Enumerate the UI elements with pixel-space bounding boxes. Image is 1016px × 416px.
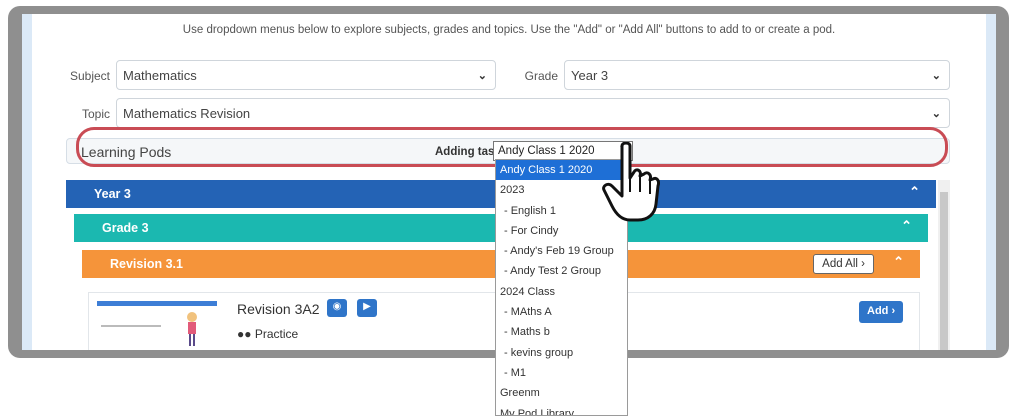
year-section-title: Year 3 — [94, 187, 131, 201]
topic-label: Topic — [81, 107, 110, 121]
chevron-up-icon[interactable]: ⌃ — [893, 254, 904, 270]
dropdown-option[interactable]: - kevins group — [496, 343, 627, 363]
class-select-value: Andy Class 1 2020 — [498, 145, 595, 157]
dropdown-option[interactable]: Greenm — [496, 383, 627, 403]
add-all-label: Add All — [822, 258, 858, 270]
thumbnail-text-line — [101, 325, 161, 327]
topic-value: Mathematics Revision — [123, 106, 251, 121]
add-label: Add — [867, 305, 889, 317]
chevron-down-icon: ⌄ — [931, 108, 941, 120]
preview-eye-icon[interactable]: ◉ — [327, 299, 347, 317]
grade-select[interactable]: Year 3 ⌄ — [564, 60, 950, 90]
chevron-up-icon[interactable]: ⌃ — [909, 184, 920, 200]
play-icon[interactable]: ▶ — [357, 299, 377, 317]
character-illustration-icon — [187, 312, 197, 346]
dropdown-option[interactable]: - Maths b — [496, 322, 627, 342]
chevron-down-icon: ⌄ — [931, 70, 941, 82]
task-thumbnail — [97, 301, 217, 350]
instructions-text: Use dropdown menus below to explore subj… — [182, 24, 836, 36]
dropdown-option[interactable]: - Andy Test 2 Group — [496, 261, 627, 281]
subject-label: Subject — [69, 69, 110, 83]
add-task-button[interactable]: Add › — [859, 301, 903, 323]
task-type: ●● Practice — [237, 327, 298, 341]
chevron-up-icon[interactable]: ⌃ — [901, 218, 912, 234]
topic-select[interactable]: Mathematics Revision ⌄ — [116, 98, 950, 128]
dropdown-option[interactable]: - MAths A — [496, 302, 627, 322]
glasses-icon: ●● — [237, 327, 252, 341]
task-title: Revision 3A2 — [237, 301, 320, 317]
grade-value: Year 3 — [571, 68, 609, 83]
grade-section-title: Grade 3 — [102, 221, 149, 235]
task-type-label: Practice — [254, 327, 299, 341]
dropdown-option[interactable]: - Andy's Feb 19 Group — [496, 241, 627, 261]
subject-select[interactable]: Mathematics ⌄ — [116, 60, 496, 90]
add-all-button[interactable]: Add All › — [813, 254, 874, 274]
scrollbar[interactable] — [938, 180, 950, 350]
thumbnail-header-strip — [97, 301, 217, 306]
dropdown-option[interactable]: - M1 — [496, 363, 627, 383]
dropdown-option[interactable]: My Pod Library — [496, 404, 627, 415]
scrollbar-thumb[interactable] — [940, 192, 948, 350]
grade-label: Grade — [524, 69, 558, 83]
dropdown-option[interactable]: 2024 Class — [496, 282, 627, 302]
revision-section-title: Revision 3.1 — [110, 257, 183, 271]
subject-value: Mathematics — [123, 68, 197, 83]
chevron-down-icon: ⌄ — [477, 70, 487, 82]
pointer-hand-icon — [602, 142, 660, 222]
